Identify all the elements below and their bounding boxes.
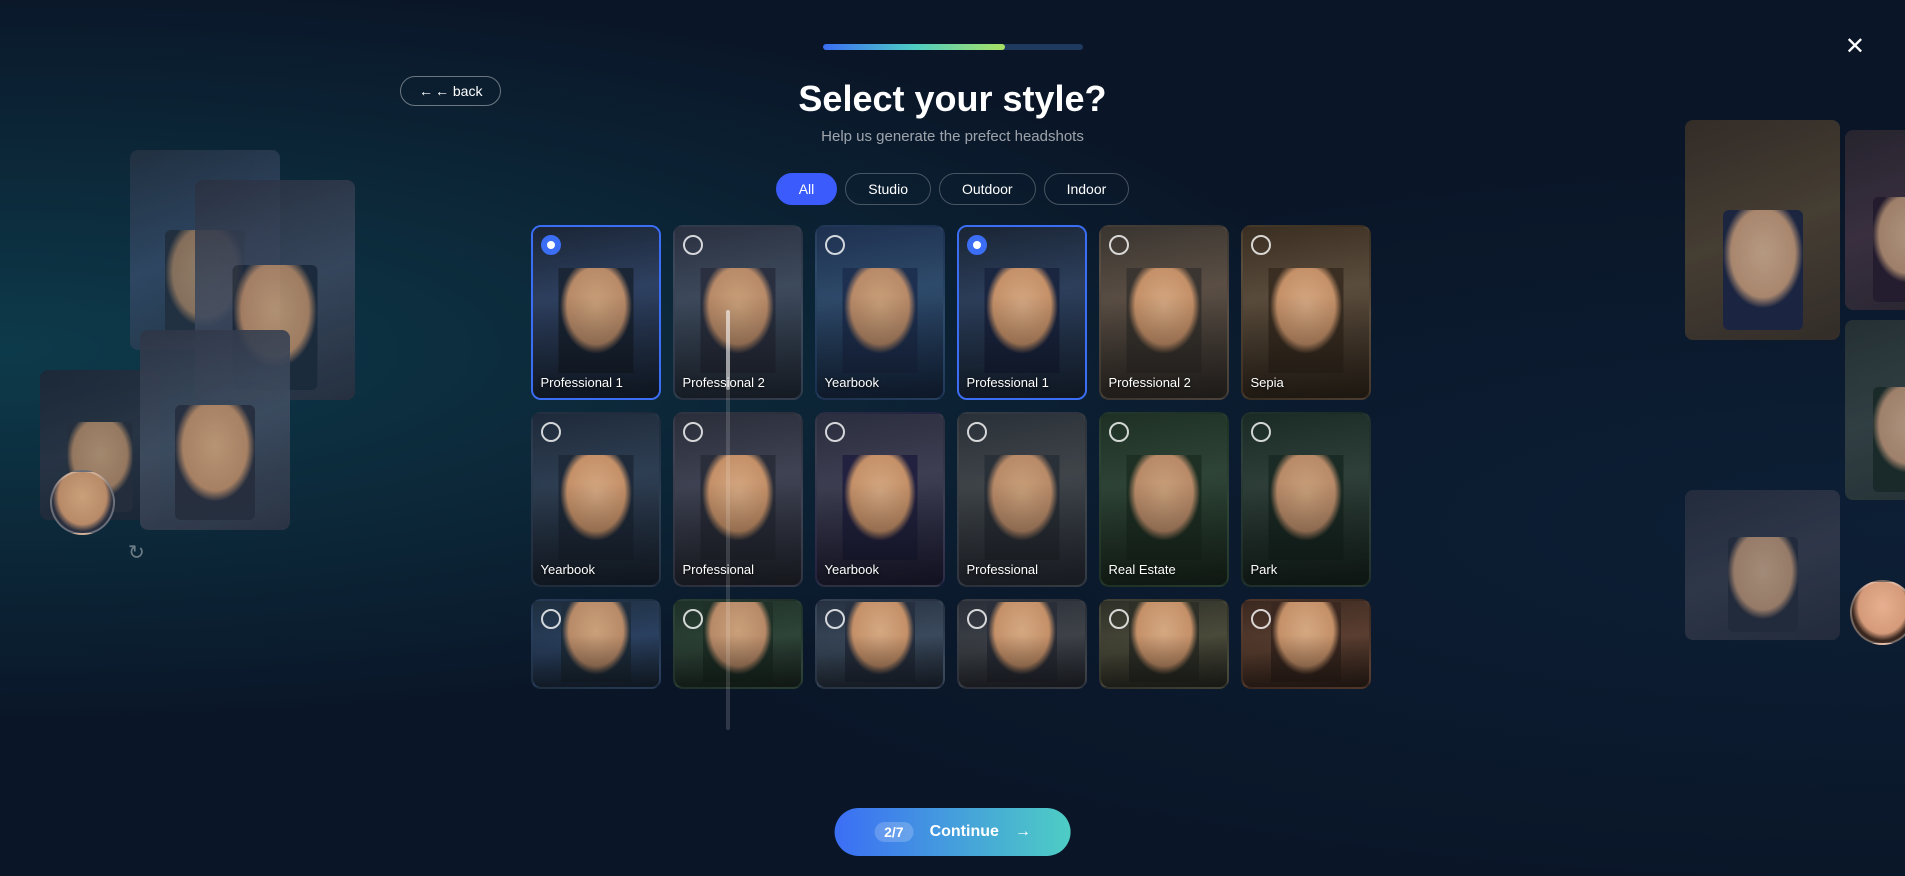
card-radio-pro2f [1109, 235, 1129, 255]
card-radio-pro2 [683, 235, 703, 255]
continue-label: Continue [930, 823, 999, 841]
progress-bar-container [823, 44, 1083, 50]
card-label-yb3: Yearbook [825, 562, 879, 577]
style-card-yb3[interactable]: Yearbook [815, 412, 945, 587]
main-content: ← ← back Select your style? Help us gene… [0, 0, 1905, 876]
continue-badge: 2/7 [874, 822, 913, 842]
card-radio-pro1 [541, 235, 561, 255]
scrollbar-track[interactable] [726, 310, 730, 730]
page-subtitle: Help us generate the prefect headshots [821, 128, 1084, 145]
style-card-p6[interactable] [1241, 599, 1371, 689]
card-radio-realestate [1109, 422, 1129, 442]
card-radio-yb2 [541, 422, 561, 442]
style-card-p1[interactable] [531, 599, 661, 689]
filter-tab-studio[interactable]: Studio [845, 173, 931, 205]
card-radio-p6 [1251, 609, 1271, 629]
style-card-p2[interactable] [673, 599, 803, 689]
back-button[interactable]: ← ← back [400, 76, 501, 106]
card-label-park: Park [1251, 562, 1278, 577]
card-label-yb1: Yearbook [825, 375, 879, 390]
style-card-pro1f[interactable]: Professional 1 [957, 225, 1087, 400]
card-radio-yb1 [825, 235, 845, 255]
card-label-yb2: Yearbook [541, 562, 595, 577]
card-label-realestate: Real Estate [1109, 562, 1176, 577]
card-radio-park [1251, 422, 1271, 442]
card-radio-p3 [825, 609, 845, 629]
style-card-p3[interactable] [815, 599, 945, 689]
page-title: Select your style? [798, 78, 1106, 120]
card-radio-pro1f [967, 235, 987, 255]
card-radio-pro4 [967, 422, 987, 442]
style-card-pro3[interactable]: Professional [673, 412, 803, 587]
style-card-pro2[interactable]: Professional 2 [673, 225, 803, 400]
close-button[interactable]: ✕ [1845, 32, 1865, 61]
style-card-pro1[interactable]: Professional 1 [531, 225, 661, 400]
style-card-realestate[interactable]: Real Estate [1099, 412, 1229, 587]
filter-tabs: All Studio Outdoor Indoor [776, 173, 1130, 205]
filter-tab-all[interactable]: All [776, 173, 838, 205]
card-label-pro3: Professional [683, 562, 755, 577]
card-radio-p5 [1109, 609, 1129, 629]
back-label: ← back [435, 83, 482, 99]
continue-button[interactable]: 2/7 Continue → [834, 808, 1071, 856]
close-icon: ✕ [1845, 33, 1865, 60]
style-card-park[interactable]: Park [1241, 412, 1371, 587]
style-card-yb1[interactable]: Yearbook [815, 225, 945, 400]
card-label-sepia: Sepia [1251, 375, 1284, 390]
style-card-p5[interactable] [1099, 599, 1229, 689]
continue-arrow-icon: → [1015, 823, 1031, 841]
card-radio-p4 [967, 609, 987, 629]
card-radio-p1 [541, 609, 561, 629]
style-card-pro4[interactable]: Professional [957, 412, 1087, 587]
style-card-p4[interactable] [957, 599, 1087, 689]
card-label-pro2: Professional 2 [683, 375, 765, 390]
card-radio-p2 [683, 609, 703, 629]
card-radio-yb3 [825, 422, 845, 442]
card-label-pro4: Professional [967, 562, 1039, 577]
card-radio-sepia [1251, 235, 1271, 255]
style-card-sepia[interactable]: Sepia [1241, 225, 1371, 400]
card-label-pro1: Professional 1 [541, 375, 623, 390]
style-card-pro2f[interactable]: Professional 2 [1099, 225, 1229, 400]
back-arrow-icon: ← [419, 83, 433, 99]
card-label-pro2f: Professional 2 [1109, 375, 1191, 390]
style-card-yb2[interactable]: Yearbook [531, 412, 661, 587]
progress-bar-fill [823, 44, 1005, 50]
style-grid: Professional 1 Professional 2 Yearbook [531, 225, 1375, 689]
filter-tab-outdoor[interactable]: Outdoor [939, 173, 1036, 205]
filter-tab-indoor[interactable]: Indoor [1044, 173, 1130, 205]
scrollbar-thumb [726, 310, 730, 390]
card-label-pro1f: Professional 1 [967, 375, 1049, 390]
card-radio-pro3 [683, 422, 703, 442]
